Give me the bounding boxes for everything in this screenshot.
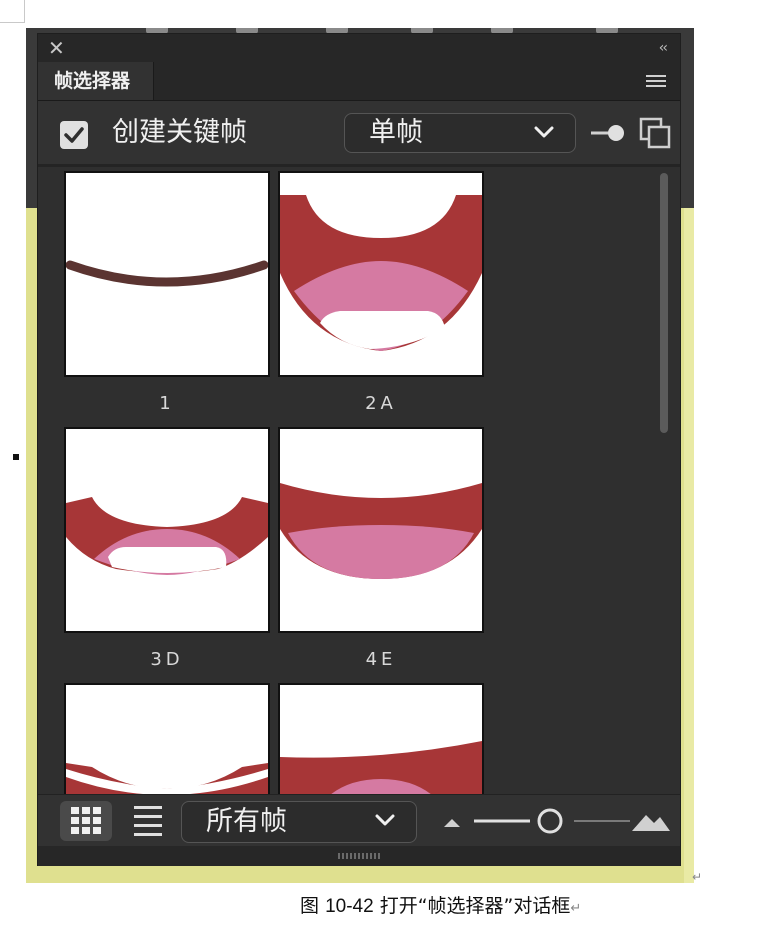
frame-thumbnail[interactable] [64,171,270,377]
frame-label: 3D [150,649,184,670]
page-corner-mark [0,0,25,23]
frame-thumbnail[interactable] [64,683,270,794]
checkmark-icon [64,127,84,143]
paragraph-mark: ↵ [570,901,582,916]
thumbnail-size-slider[interactable] [442,807,672,835]
frame-thumbnail[interactable] [278,171,484,377]
close-icon[interactable]: ✕ [48,36,65,60]
frame-label: 2A [365,393,397,414]
panel-tabbar: 帧选择器 [38,62,680,101]
frame-label: 4E [365,649,397,670]
frame-thumbnail-grid: 1 2A 3D 4E [38,164,680,794]
grip-icon [338,853,380,859]
small-mountain-icon [444,819,460,827]
panel-titlebar: ✕ ‹‹ [38,34,680,62]
collapse-icon[interactable]: ‹‹ [659,38,668,58]
frame-filter-dropdown[interactable]: 所有帧 [181,801,417,843]
grid-view-icon [71,807,101,834]
frame-5-image [66,763,268,794]
panel-toolbar: 创建关键帧 单帧 [38,101,680,163]
host-side-strip [684,208,694,883]
caption-number: 10-42 [325,896,374,917]
frame-mode-dropdown[interactable]: 单帧 [344,113,576,153]
chevron-down-icon [534,126,554,138]
large-mountain-icon [632,815,670,831]
caption-text: 打开“帧选择器”对话框 [379,895,571,917]
panel-menu-icon[interactable] [646,75,666,89]
frame-thumbnail[interactable] [64,427,270,633]
pin-icon[interactable] [589,124,627,142]
chevron-down-icon [375,814,395,826]
frame-1-image [66,260,268,287]
frame-label: 1 [159,393,175,414]
panel-bottom-toolbar: 所有帧 [38,794,680,847]
frame-picker-panel: ✕ ‹‹ 帧选择器 创建关键帧 单帧 1 2A 3D 4E 所有帧 [37,33,681,866]
paragraph-return-mark: ↵ [692,870,703,884]
duplicate-icon[interactable] [639,117,671,149]
frame-3d-image [66,497,268,575]
grid-view-button[interactable] [60,801,112,841]
frame-mode-value: 单帧 [369,117,423,148]
frame-6-image [280,741,482,794]
scrollbar[interactable] [660,173,668,433]
bullet-mark [13,454,19,460]
list-view-icon[interactable] [134,805,162,837]
frame-thumbnail[interactable] [278,427,484,633]
frame-4e-image [280,483,482,579]
frame-thumbnail[interactable] [278,683,484,794]
frame-2a-image [280,195,482,351]
panel-resize-grip[interactable] [38,846,680,866]
create-keyframe-checkbox[interactable] [60,121,88,149]
figure-caption: 图 10-42 打开“帧选择器”对话框↵ [300,893,581,922]
frame-filter-value: 所有帧 [206,806,287,837]
create-keyframe-label: 创建关键帧 [112,117,247,148]
tab-frame-picker[interactable]: 帧选择器 [38,62,154,100]
caption-prefix: 图 [300,895,320,917]
